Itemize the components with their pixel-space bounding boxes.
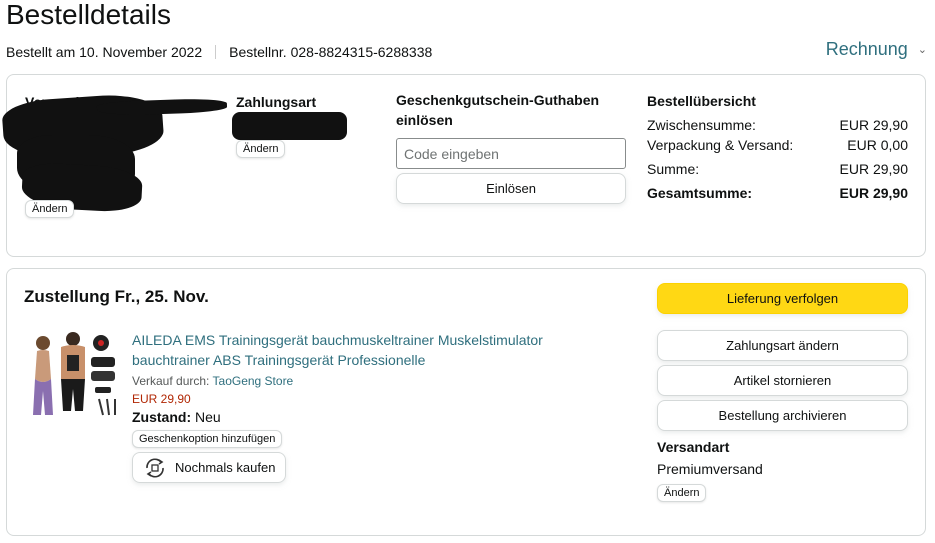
shipping-method-value: Premiumversand <box>657 461 763 477</box>
buy-again-button[interactable]: Nochmals kaufen <box>132 452 287 483</box>
buy-again-icon <box>146 457 164 478</box>
condition-value: Neu <box>195 409 221 425</box>
change-payment-button[interactable]: Zahlungsart ändern <box>657 330 908 361</box>
gift-card-section: Geschenkgutschein-Guthaben einlösen Einl… <box>396 90 628 204</box>
divider <box>215 45 217 59</box>
chevron-down-icon: ⌄ <box>917 44 927 56</box>
product-details: AILEDA EMS Trainingsgerät bauchmuskeltra… <box>132 330 602 484</box>
summary-value: EUR 29,90 <box>839 185 908 201</box>
summary-label: Gesamtsumme: <box>647 185 753 201</box>
address-change-button[interactable]: Ändern <box>25 200 75 218</box>
shipping-method-heading: Versandart <box>657 439 730 455</box>
summary-row: Verpackung & Versand: EUR 0,00 <box>647 133 908 157</box>
track-delivery-button[interactable]: Lieferung verfolgen <box>657 283 908 314</box>
buy-again-label: Nochmals kaufen <box>175 460 276 475</box>
cancel-item-button[interactable]: Artikel stornieren <box>657 365 908 396</box>
order-summary: Bestellübersicht Zwischensumme: EUR 29,9… <box>647 91 908 205</box>
seller-link[interactable]: TaoGeng Store <box>213 374 294 388</box>
redeem-button[interactable]: Einlösen <box>396 173 626 204</box>
add-gift-option-button[interactable]: Geschenkoption hinzufügen <box>132 430 283 448</box>
payment-change-button[interactable]: Ändern <box>236 140 286 158</box>
shipping-change-button[interactable]: Ändern <box>657 484 707 502</box>
invoice-label: Rechnung <box>825 39 908 59</box>
product-title-link[interactable]: AILEDA EMS Trainingsgerät bauchmuskeltra… <box>132 330 602 370</box>
product-price: EUR 29,90 <box>132 392 191 406</box>
summary-label: Summe: <box>647 161 700 177</box>
condition-line: Zustand: Neu <box>132 409 602 425</box>
invoice-dropdown[interactable]: Rechnung ⌄ <box>826 39 927 60</box>
summary-total-row: Gesamtsumme: EUR 29,90 <box>647 181 908 205</box>
gift-code-input[interactable] <box>396 138 626 169</box>
archive-order-button[interactable]: Bestellung archivieren <box>657 400 908 431</box>
product-image[interactable] <box>29 329 121 419</box>
order-meta: Bestellt am 10. November 2022 Bestellnr.… <box>6 44 432 60</box>
summary-heading: Bestellübersicht <box>647 93 756 109</box>
order-info-card: Versandadresse Ändern Zahlungsart Ändern… <box>1 74 926 257</box>
summary-value: EUR 0,00 <box>847 137 908 153</box>
summary-row: Summe: EUR 29,90 <box>647 157 908 181</box>
summary-value: EUR 29,90 <box>839 161 908 177</box>
page-title: Bestelldetails <box>6 0 171 30</box>
seller-line: Verkauf durch: TaoGeng Store <box>132 374 602 388</box>
order-date: Bestellt am 10. November 2022 <box>6 44 203 60</box>
payment-heading: Zahlungsart <box>236 94 317 110</box>
order-number: Bestellnr. 028-8824315-6288338 <box>229 44 433 60</box>
redaction-mark <box>232 112 347 140</box>
gift-card-heading: Geschenkgutschein-Guthaben einlösen <box>396 92 600 128</box>
condition-label: Zustand: <box>132 409 192 425</box>
shipment-card: Zustellung Fr., 25. Nov. AILEDA EMS Trai… <box>6 268 926 536</box>
delivery-heading: Zustellung Fr., 25. Nov. <box>24 287 209 306</box>
payment-section: Zahlungsart <box>236 92 316 112</box>
seller-prefix: Verkauf durch: <box>132 374 210 388</box>
summary-label: Verpackung & Versand: <box>647 137 794 153</box>
shipment-actions: Lieferung verfolgen Zahlungsart ändern A… <box>657 283 908 502</box>
